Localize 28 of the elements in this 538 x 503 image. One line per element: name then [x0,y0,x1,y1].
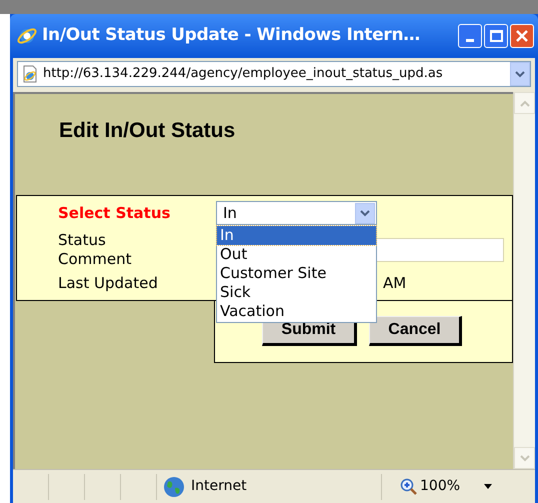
last-updated-label: Last Updated [58,273,159,294]
close-icon [515,29,529,43]
zone-text: Internet [191,477,248,496]
status-select[interactable]: In [216,201,377,226]
status-option[interactable]: Customer Site [217,264,376,283]
dropdown-button[interactable] [355,203,375,224]
minimize-button[interactable] [458,24,482,48]
caret-icon[interactable] [484,484,492,489]
page-icon [21,65,39,83]
url-text: http://63.134.229.244/agency/employee_inout_status_upd.as [43,65,444,84]
status-option[interactable]: Sick [217,283,376,302]
page-heading: Edit In/Out Status [59,118,236,144]
chevron-down-icon [360,210,370,217]
dropdown-button[interactable] [510,62,530,86]
status-label: Select Status [58,203,172,224]
close-button[interactable] [510,24,534,48]
cancel-button[interactable]: Cancel [369,316,462,346]
zoom-level[interactable]: 100% [420,476,460,497]
last-updated-value: AM [383,273,406,294]
globe-icon [163,476,185,498]
status-option[interactable]: In [217,226,376,245]
address-field[interactable]: http://63.134.229.244/agency/employee_inout_status_upd.as [17,61,531,87]
chevron-down-icon [515,70,525,78]
comment-label: Status Comment [58,230,132,268]
status-option[interactable]: Out [217,245,376,264]
zoom-icon[interactable] [400,478,418,496]
maximize-button[interactable] [484,24,508,48]
window-title: In/Out Status Update - Windows Intern… [42,24,420,48]
